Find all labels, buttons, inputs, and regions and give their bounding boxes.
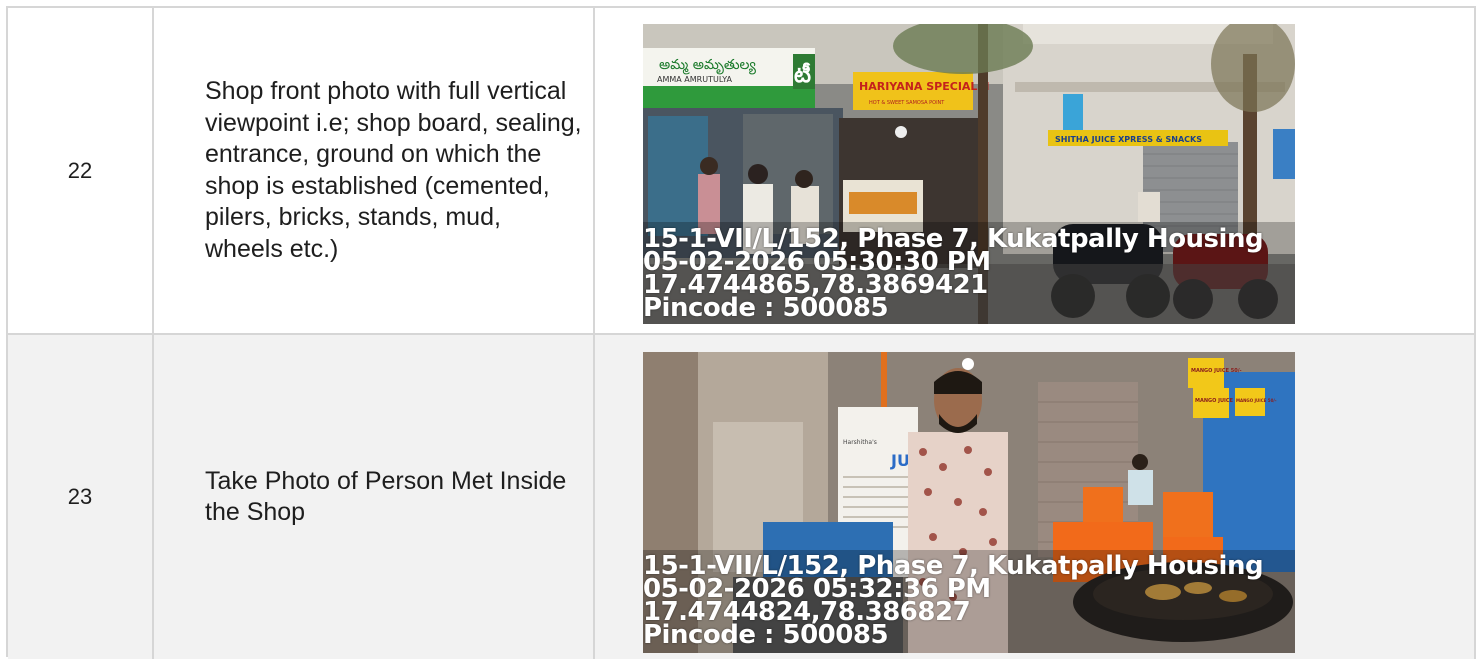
geo-stamp: 15-1-VII/L/152, Phase 7, Kukatpally Hous… <box>643 553 1295 650</box>
photo-cell: Harshitha's JUIC <box>595 335 1476 659</box>
person-met-photo[interactable]: Harshitha's JUIC <box>643 352 1295 653</box>
shop-front-photo[interactable]: అమ్మ అమృతుల్య AMMA AMRUTULYA టీ HARIYANA… <box>643 24 1295 324</box>
geo-stamp: 15-1-VII/L/152, Phase 7, Kukatpally Hous… <box>643 226 1295 323</box>
row-description: Shop front photo with full vertical view… <box>154 8 595 333</box>
menu-brand: Harshitha's <box>843 439 877 446</box>
store-sign-telugu: అమ్మ అమృతుల్య <box>659 57 756 75</box>
stall-sign: HARIYANA SPECIAL JI <box>859 80 989 93</box>
photo-cell: అమ్మ అమృతుల్య AMMA AMRUTULYA టీ HARIYANA… <box>595 8 1476 333</box>
row-number: 23 <box>8 335 154 659</box>
row-description: Take Photo of Person Met Inside the Shop <box>154 335 595 659</box>
geo-pincode: Pincode : 500085 <box>643 620 889 650</box>
table-row: 23 Take Photo of Person Met Inside the S… <box>8 335 1476 659</box>
tea-sign: టీ <box>794 62 811 88</box>
mango-sign-3: MANGO JUICE 50/- <box>1236 398 1277 403</box>
row-number: 22 <box>8 8 154 333</box>
geo-pincode: Pincode : 500085 <box>643 293 889 323</box>
report-table: 22 Shop front photo with full vertical v… <box>6 6 1476 659</box>
juice-sign: SHITHA JUICE XPRESS & SNACKS <box>1055 135 1202 144</box>
mango-sign-1: MANGO JUICE 50/- <box>1191 368 1242 374</box>
stall-sign-small: HOT & SWEET SAMOSA POINT <box>869 100 945 106</box>
table-row: 22 Shop front photo with full vertical v… <box>8 8 1476 335</box>
store-sign: AMMA AMRUTULYA <box>657 75 732 84</box>
